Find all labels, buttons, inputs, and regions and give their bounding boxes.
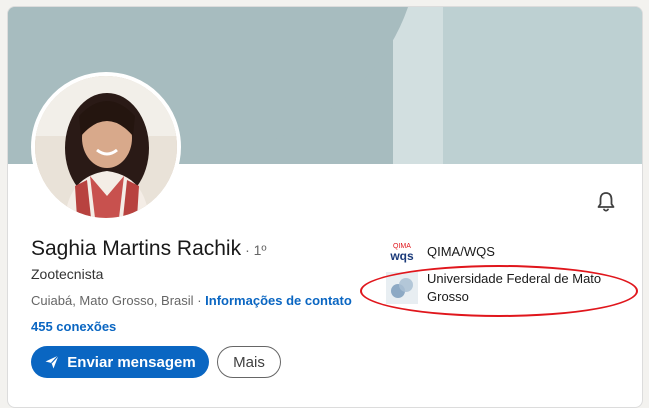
send-message-button[interactable]: Enviar mensagem xyxy=(31,346,209,378)
more-button[interactable]: Mais xyxy=(217,346,281,378)
qima-logo: QIMA wqs xyxy=(386,236,418,268)
experience-company-qima: QIMA/WQS xyxy=(427,244,495,259)
name-row: Saghia Martins Rachik · 1º xyxy=(31,237,267,261)
connection-degree: · 1º xyxy=(245,242,267,258)
send-icon xyxy=(45,355,60,369)
location-separator: · xyxy=(197,293,202,308)
location-row: Cuiabá, Mato Grosso, Brasil · Informaçõe… xyxy=(31,293,352,308)
profile-location: Cuiabá, Mato Grosso, Brasil xyxy=(31,293,194,308)
experience-item-qima[interactable]: QIMA wqs QIMA/WQS xyxy=(386,236,495,268)
profile-headline: Zootecnista xyxy=(31,266,104,282)
banner-right-panel xyxy=(443,7,642,164)
red-highlight-ellipse xyxy=(360,265,638,317)
send-message-label: Enviar mensagem xyxy=(67,353,196,371)
contact-info-link[interactable]: Informações de contato xyxy=(205,293,352,308)
profile-name: Saghia Martins Rachik xyxy=(31,237,242,260)
profile-photo-image xyxy=(35,76,177,218)
profile-photo[interactable] xyxy=(31,72,181,222)
connections-link[interactable]: 455 conexões xyxy=(31,319,116,334)
more-label: Mais xyxy=(233,353,265,371)
banner-stripe xyxy=(393,7,443,164)
notification-bell-icon[interactable] xyxy=(594,190,618,214)
qima-logo-bottom-text: wqs xyxy=(389,249,414,263)
profile-card: Saghia Martins Rachik · 1º Zootecnista C… xyxy=(7,6,643,408)
